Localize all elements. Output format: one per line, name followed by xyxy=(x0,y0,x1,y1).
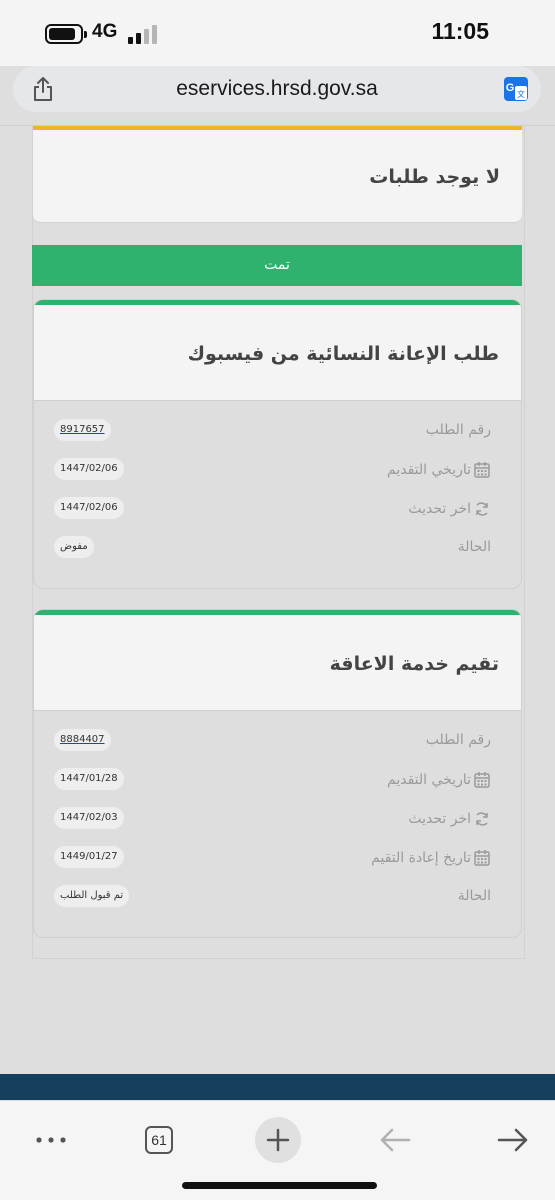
plus-icon xyxy=(255,1117,301,1163)
request-row: رقم الطلب 8884407 xyxy=(34,721,521,760)
row-label: الحالة xyxy=(457,539,491,555)
request-card-header: طلب الإعانة النسائية من فيسبوك xyxy=(34,305,521,401)
last-update-date: 1447/02/03 xyxy=(54,807,124,829)
request-row: الحالة مفوض xyxy=(34,528,521,567)
request-number[interactable]: 8917657 xyxy=(54,419,111,441)
new-tab-button[interactable] xyxy=(253,1115,303,1165)
row-label: رقم الطلب xyxy=(425,422,491,438)
request-card-header: تقيم خدمة الاعاقة xyxy=(34,615,521,711)
row-label: اخر تحديث xyxy=(408,500,491,518)
clock: 11:05 xyxy=(431,18,489,44)
forward-button[interactable] xyxy=(488,1115,538,1165)
row-label: تاريخي التقديم xyxy=(387,461,491,479)
battery-icon xyxy=(45,24,87,44)
calendar-icon xyxy=(474,850,490,866)
status-bar: 4G 11:05 eservices.hrsd.gov.sa G 文 xyxy=(0,0,555,112)
signal-icon xyxy=(128,24,160,44)
translate-icon[interactable]: G 文 xyxy=(503,76,529,102)
completed-section-bar[interactable]: تمت xyxy=(32,245,522,286)
request-card[interactable]: تقيم خدمة الاعاقة رقم الطلب 8884407 تاري… xyxy=(33,609,522,938)
address-bar[interactable]: eservices.hrsd.gov.sa G 文 xyxy=(13,66,541,112)
url-text[interactable]: eservices.hrsd.gov.sa xyxy=(13,77,541,101)
request-title: طلب الإعانة النسائية من فيسبوك xyxy=(187,343,499,365)
row-label: الحالة xyxy=(457,888,491,904)
no-requests-title: لا يوجد طلبات xyxy=(369,166,500,188)
request-card[interactable]: طلب الإعانة النسائية من فيسبوك رقم الطلب… xyxy=(33,299,522,589)
request-title: تقيم خدمة الاعاقة xyxy=(329,653,499,675)
request-row: اخر تحديث 1447/02/06 xyxy=(34,489,521,528)
tabs-button[interactable]: 61 xyxy=(134,1115,184,1165)
request-row: الحالة تم قبول الطلب xyxy=(34,877,521,916)
network-type: 4G xyxy=(92,21,118,42)
svg-text:G: G xyxy=(506,82,515,94)
more-button[interactable] xyxy=(26,1115,76,1165)
more-dots-icon xyxy=(36,1137,66,1143)
tabs-count: 61 xyxy=(145,1126,173,1154)
status-badge: مفوض xyxy=(54,536,94,558)
home-indicator xyxy=(182,1182,377,1189)
request-row: تاريخي التقديم 1447/01/28 xyxy=(34,760,521,799)
row-label: اخر تحديث xyxy=(408,810,491,828)
submission-date: 1447/01/28 xyxy=(54,768,124,790)
site-footer xyxy=(0,1074,555,1100)
row-label: رقم الطلب xyxy=(425,732,491,748)
request-row: اخر تحديث 1447/02/03 xyxy=(34,799,521,838)
calendar-icon xyxy=(474,462,490,478)
refresh-icon xyxy=(476,502,488,516)
back-button[interactable] xyxy=(370,1115,420,1165)
submission-date: 1447/02/06 xyxy=(54,458,124,480)
last-update-date: 1447/02/06 xyxy=(54,497,124,519)
request-row: تاريخ إعادة التقيم 1449/01/27 xyxy=(34,838,521,877)
request-row: رقم الطلب 8917657 xyxy=(34,411,521,450)
reassessment-date: 1449/01/27 xyxy=(54,846,124,868)
row-label: تاريخي التقديم xyxy=(387,771,491,789)
svg-text:文: 文 xyxy=(517,89,525,99)
forward-arrow-icon xyxy=(497,1128,528,1152)
row-label: تاريخ إعادة التقيم xyxy=(371,849,491,867)
no-requests-card: لا يوجد طلبات xyxy=(33,126,522,223)
status-badge: تم قبول الطلب xyxy=(54,885,130,907)
back-arrow-icon xyxy=(380,1128,411,1152)
calendar-icon xyxy=(474,772,490,788)
request-row: تاريخي التقديم 1447/02/06 xyxy=(34,450,521,489)
refresh-icon xyxy=(476,812,488,826)
page-content: لا يوجد طلبات تمت طلب الإعانة النسائية م… xyxy=(0,126,555,1074)
request-number[interactable]: 8884407 xyxy=(54,729,111,751)
